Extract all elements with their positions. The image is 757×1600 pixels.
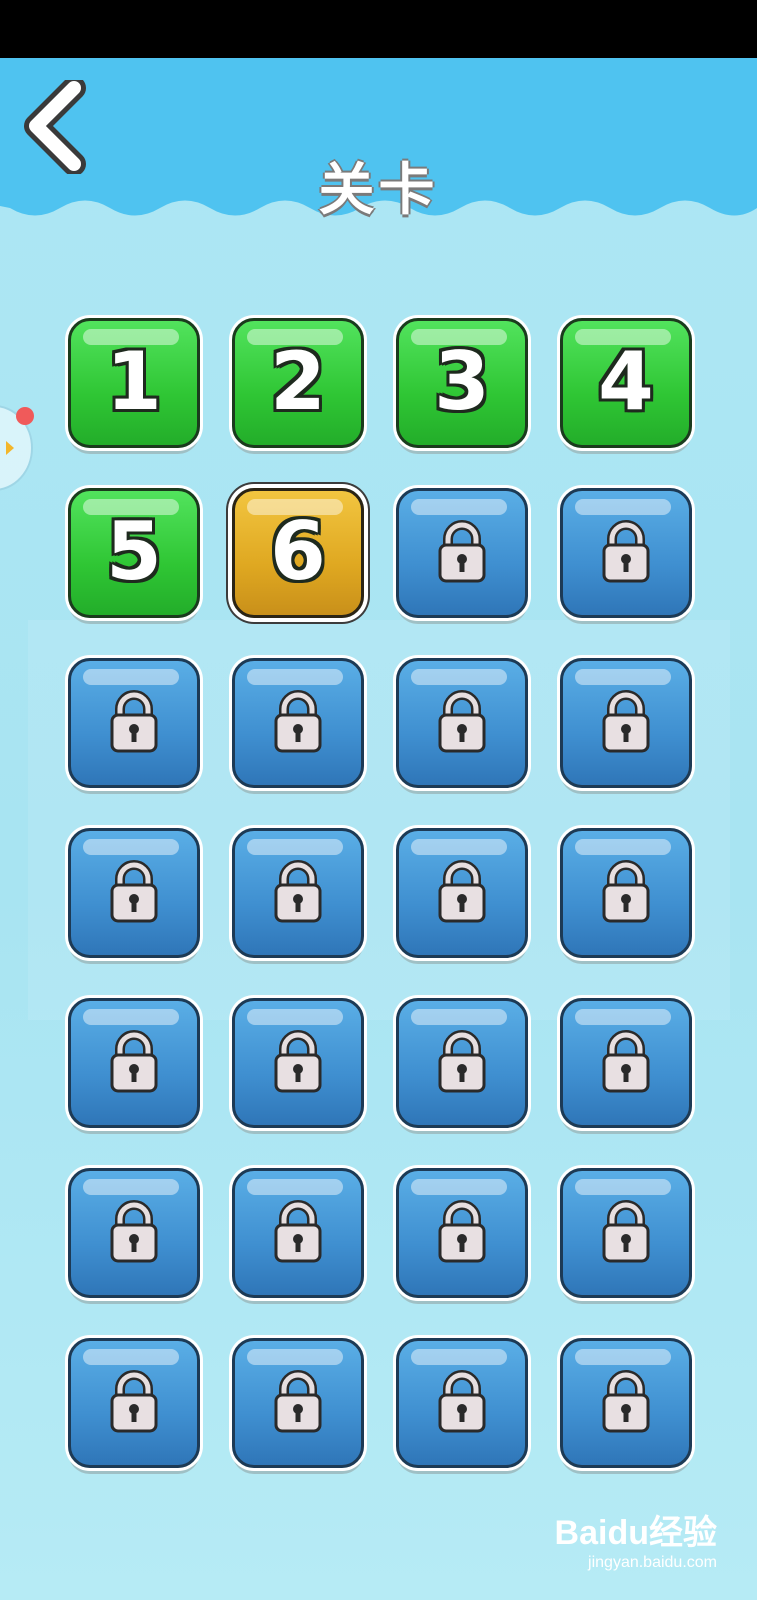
- level-tile-6[interactable]: 6: [232, 488, 364, 618]
- level-tile-17[interactable]: [68, 998, 200, 1128]
- level-tile-15[interactable]: [396, 828, 528, 958]
- padlock-icon: [274, 1030, 322, 1093]
- level-tile-4[interactable]: 4: [560, 318, 692, 448]
- level-tile-12[interactable]: [560, 658, 692, 788]
- level-tile-22[interactable]: [232, 1168, 364, 1298]
- level-tile-2[interactable]: 2: [232, 318, 364, 448]
- level-tile-7[interactable]: [396, 488, 528, 618]
- level-tile-13[interactable]: [68, 828, 200, 958]
- padlock-icon: [438, 1030, 486, 1093]
- tile-gloss: [411, 499, 507, 515]
- padlock-icon: [602, 520, 650, 583]
- tile-gloss: [411, 1349, 507, 1365]
- level-number: 2: [270, 335, 326, 428]
- tile-gloss: [83, 1349, 179, 1365]
- padlock-icon: [438, 860, 486, 923]
- level-number: 4: [598, 335, 654, 428]
- padlock-icon: [274, 690, 322, 753]
- level-tile-19[interactable]: [396, 998, 528, 1128]
- level-tile-21[interactable]: [68, 1168, 200, 1298]
- padlock-icon: [274, 1200, 322, 1263]
- tile-gloss: [575, 499, 671, 515]
- level-tile-25[interactable]: [68, 1338, 200, 1468]
- padlock-icon: [110, 1370, 158, 1433]
- tile-gloss: [83, 669, 179, 685]
- tile-gloss: [247, 1349, 343, 1365]
- padlock-icon: [110, 1030, 158, 1093]
- padlock-icon: [438, 1200, 486, 1263]
- watermark: Baidu经验 jingyan.baidu.com: [555, 1505, 717, 1572]
- padlock-icon: [438, 520, 486, 583]
- level-tile-23[interactable]: [396, 1168, 528, 1298]
- tile-gloss: [247, 669, 343, 685]
- watermark-sub: jingyan.baidu.com: [588, 1554, 717, 1571]
- status-bar: [0, 0, 757, 58]
- page-title: 关卡: [318, 158, 439, 223]
- level-tile-26[interactable]: [232, 1338, 364, 1468]
- padlock-icon: [438, 1370, 486, 1433]
- watermark-main: Baidu经验: [554, 1514, 717, 1552]
- tile-gloss: [575, 1009, 671, 1025]
- notification-dot: [16, 407, 34, 425]
- padlock-icon: [274, 1370, 322, 1433]
- level-tile-27[interactable]: [396, 1338, 528, 1468]
- padlock-icon: [110, 1200, 158, 1263]
- tile-gloss: [83, 1009, 179, 1025]
- level-tile-10[interactable]: [232, 658, 364, 788]
- tile-gloss: [575, 669, 671, 685]
- level-grid: 1 2 3 4 5 6: [68, 318, 692, 1468]
- level-tile-14[interactable]: [232, 828, 364, 958]
- tile-gloss: [411, 839, 507, 855]
- tile-gloss: [575, 1349, 671, 1365]
- level-number: 6: [270, 505, 326, 598]
- level-tile-16[interactable]: [560, 828, 692, 958]
- level-tile-5[interactable]: 5: [68, 488, 200, 618]
- tile-gloss: [575, 1179, 671, 1195]
- level-tile-11[interactable]: [396, 658, 528, 788]
- level-tile-18[interactable]: [232, 998, 364, 1128]
- level-tile-28[interactable]: [560, 1338, 692, 1468]
- tile-gloss: [83, 839, 179, 855]
- tile-gloss: [83, 1179, 179, 1195]
- level-tile-9[interactable]: [68, 658, 200, 788]
- padlock-icon: [274, 860, 322, 923]
- padlock-icon: [602, 1370, 650, 1433]
- padlock-icon: [602, 690, 650, 753]
- padlock-icon: [602, 860, 650, 923]
- tile-gloss: [411, 1009, 507, 1025]
- padlock-icon: [602, 1030, 650, 1093]
- level-tile-20[interactable]: [560, 998, 692, 1128]
- padlock-icon: [602, 1200, 650, 1263]
- level-number: 3: [434, 335, 490, 428]
- padlock-icon: [110, 860, 158, 923]
- tile-gloss: [247, 839, 343, 855]
- padlock-icon: [438, 690, 486, 753]
- tile-gloss: [575, 839, 671, 855]
- level-tile-24[interactable]: [560, 1168, 692, 1298]
- tile-gloss: [411, 669, 507, 685]
- level-number: 5: [106, 505, 162, 598]
- level-tile-1[interactable]: 1: [68, 318, 200, 448]
- padlock-icon: [110, 690, 158, 753]
- tile-gloss: [247, 1009, 343, 1025]
- tile-gloss: [247, 1179, 343, 1195]
- level-tile-3[interactable]: 3: [396, 318, 528, 448]
- level-tile-8[interactable]: [560, 488, 692, 618]
- level-number: 1: [106, 335, 162, 428]
- tile-gloss: [411, 1179, 507, 1195]
